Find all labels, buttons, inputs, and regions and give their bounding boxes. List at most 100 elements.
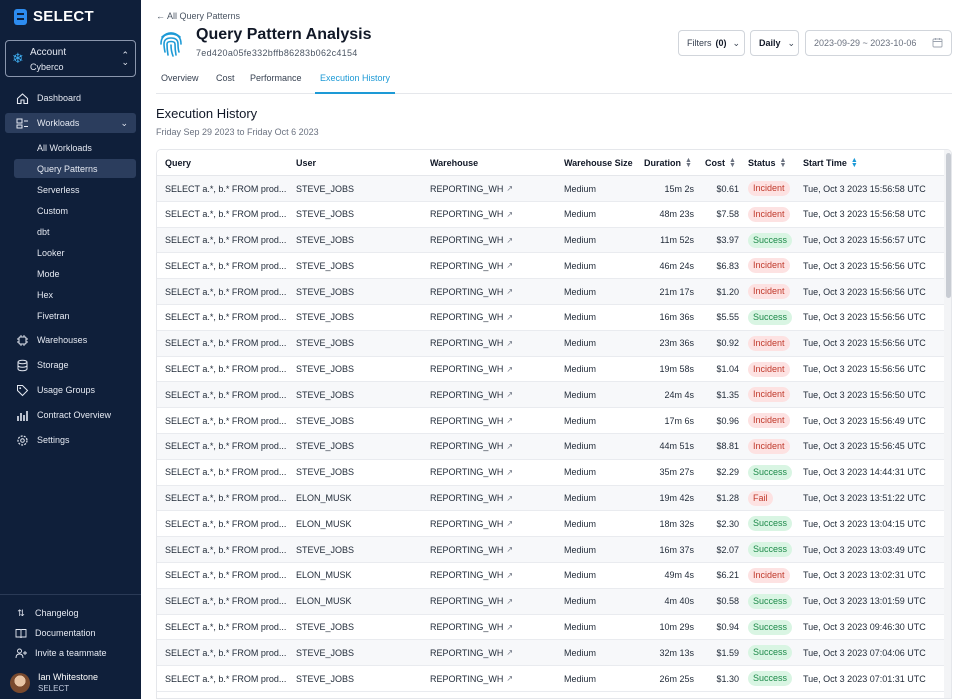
nav-sub-mode[interactable]: Mode — [14, 264, 136, 283]
external-link-icon[interactable]: ↗ — [506, 210, 513, 219]
table-row[interactable]: SELECT a.*, b.* FROM prod... STEVE_JOBS RE… — [157, 279, 944, 305]
cell-warehouse[interactable]: REPORTING_WH ↗ — [430, 253, 555, 278]
nav-workloads[interactable]: Workloads ⌄ — [5, 113, 136, 133]
external-link-icon[interactable]: ↗ — [506, 442, 513, 451]
table-row[interactable]: SELECT a.*, b.* FROM prod... STEVE_JOBS RE… — [157, 357, 944, 383]
cell-warehouse[interactable]: REPORTING_WH ↗ — [430, 382, 555, 407]
table-row[interactable]: SELECT a.*, b.* FROM prod... STEVE_JOBS RE… — [157, 305, 944, 331]
external-link-icon[interactable]: ↗ — [506, 545, 513, 554]
cell-cost: $0.94 — [697, 615, 739, 640]
date-range-picker[interactable]: 2023-09-29 ~ 2023-10-06 — [805, 30, 952, 56]
external-link-icon[interactable]: ↗ — [506, 365, 513, 374]
nav-sub-looker[interactable]: Looker — [14, 243, 136, 262]
table-row[interactable]: SELECT a.*, b.* FROM prod... STEVE_JOBS RE… — [157, 176, 944, 202]
external-link-icon[interactable]: ↗ — [506, 313, 513, 322]
nav-sub-dbt[interactable]: dbt — [14, 222, 136, 241]
external-link-icon[interactable]: ↗ — [506, 416, 513, 425]
table-row[interactable]: SELECT a.*, b.* FROM prod... STEVE_JOBS RE… — [157, 253, 944, 280]
col-warehouse-size[interactable]: Warehouse Size — [564, 150, 633, 176]
col-cost[interactable]: Cost ▲ ▼ — [705, 150, 736, 176]
tab-cost[interactable]: Cost — [211, 63, 240, 93]
table-row[interactable]: SELECT a.*, b.* FROM prod... STEVE_JOBS RE… — [157, 382, 944, 409]
back-link[interactable]: ← All Query Patterns — [156, 11, 240, 21]
user-profile[interactable]: Ian Whitestone SELECT — [10, 672, 98, 693]
cell-warehouse[interactable]: REPORTING_WH ↗ — [430, 589, 555, 614]
nav-changelog[interactable]: ⇅ Changelog — [5, 604, 136, 622]
col-duration[interactable]: Duration ▲ ▼ — [644, 150, 692, 176]
cell-warehouse[interactable]: REPORTING_WH ↗ — [430, 228, 555, 253]
cell-warehouse[interactable]: REPORTING_WH ↗ — [430, 434, 555, 459]
nav-sub-fivetran[interactable]: Fivetran — [14, 306, 136, 325]
cell-warehouse[interactable]: REPORTING_WH ↗ — [430, 202, 555, 227]
nav-sub-serverless[interactable]: Serverless — [14, 180, 136, 199]
table-row[interactable]: SELECT a.*, b.* FROM prod... STEVE_JOBS RE… — [157, 330, 944, 357]
table-row[interactable]: SELECT a.*, b.* FROM prod... ELON_MUSK REP… — [157, 511, 944, 538]
external-link-icon[interactable]: ↗ — [506, 648, 513, 657]
external-link-icon[interactable]: ↗ — [506, 468, 513, 477]
granularity-select[interactable]: Daily ⌄ — [750, 30, 799, 56]
cell-warehouse[interactable]: REPORTING_WH ↗ — [430, 486, 555, 511]
cell-warehouse[interactable]: REPORTING_WH ↗ — [430, 305, 555, 330]
col-warehouse[interactable]: Warehouse — [430, 150, 478, 176]
external-link-icon[interactable]: ↗ — [506, 236, 513, 245]
col-start-time[interactable]: Start Time ▲ ▼ — [803, 150, 858, 176]
nav-storage[interactable]: Storage — [5, 355, 136, 375]
nav-settings[interactable]: Settings — [5, 430, 136, 450]
table-row[interactable]: SELECT a.*, b.* FROM prod... ELON_MUSK REP… — [157, 485, 944, 512]
table-row[interactable]: SELECT a.*, b.* FROM prod... STEVE_JOBS RE… — [157, 460, 944, 486]
nav-sub-custom[interactable]: Custom — [14, 201, 136, 220]
cell-warehouse[interactable]: REPORTING_WH ↗ — [430, 563, 555, 588]
external-link-icon[interactable]: ↗ — [506, 184, 513, 193]
external-link-icon[interactable]: ↗ — [506, 261, 513, 270]
cell-warehouse[interactable]: REPORTING_WH ↗ — [430, 537, 555, 562]
external-link-icon[interactable]: ↗ — [506, 390, 513, 399]
table-row[interactable]: SELECT a.*, b.* FROM prod... ELON_MUSK REP… — [157, 588, 944, 615]
external-link-icon[interactable]: ↗ — [506, 674, 513, 683]
table-row[interactable]: SELECT a.*, b.* FROM prod... STEVE_JOBS RE… — [157, 615, 944, 641]
external-link-icon[interactable]: ↗ — [506, 339, 513, 348]
external-link-icon[interactable]: ↗ — [506, 287, 513, 296]
nav-sub-hex[interactable]: Hex — [14, 285, 136, 304]
external-link-icon[interactable]: ↗ — [506, 494, 513, 503]
table-row[interactable]: SELECT a.*, b.* FROM prod... STEVE_JOBS RE… — [157, 202, 944, 228]
table-row[interactable]: SELECT a.*, b.* FROM prod... ELON_MUSK REP… — [157, 563, 944, 589]
table-row[interactable]: SELECT a.*, b.* FROM prod... STEVE_JOBS RE… — [157, 640, 944, 667]
cell-warehouse[interactable]: REPORTING_WH ↗ — [430, 279, 555, 304]
table-row[interactable]: SELECT a.*, b.* FROM prod... STEVE_JOBS RE… — [157, 537, 944, 563]
nav-sub-query-patterns[interactable]: Query Patterns — [14, 159, 136, 178]
cell-warehouse[interactable]: REPORTING_WH ↗ — [430, 408, 555, 433]
external-link-icon[interactable]: ↗ — [506, 571, 513, 580]
nav-dashboard[interactable]: Dashboard — [5, 88, 136, 108]
cell-warehouse[interactable]: REPORTING_WH ↗ — [430, 331, 555, 356]
cell-warehouse[interactable]: REPORTING_WH ↗ — [430, 615, 555, 640]
external-link-icon[interactable]: ↗ — [506, 519, 513, 528]
col-status[interactable]: Status ▲ ▼ — [748, 150, 786, 176]
cell-warehouse[interactable]: REPORTING_WH ↗ — [430, 640, 555, 665]
table-row[interactable]: SELECT a.*, b.* FROM prod... STEVE_JOBS RE… — [157, 666, 944, 692]
external-link-icon[interactable]: ↗ — [506, 623, 513, 632]
nav-contract-overview[interactable]: Contract Overview — [5, 405, 136, 425]
col-user[interactable]: User — [296, 150, 316, 176]
table-row[interactable]: SELECT a.*, b.* FROM prod... STEVE_JOBS RE… — [157, 433, 944, 460]
tab-execution-history[interactable]: Execution History — [315, 63, 396, 94]
table-row[interactable]: SELECT a.*, b.* FROM prod... STEVE_JOBS RE… — [157, 408, 944, 434]
account-switcher[interactable]: ❄ Account Cyberco ⌃ ⌄ — [5, 40, 136, 77]
brand-logo[interactable]: SELECT — [14, 8, 94, 25]
filters-button[interactable]: Filters (0) ⌄ — [678, 30, 745, 56]
nav-usage-groups[interactable]: Usage Groups — [5, 380, 136, 400]
cell-warehouse[interactable]: REPORTING_WH ↗ — [430, 511, 555, 536]
cell-warehouse[interactable]: REPORTING_WH ↗ — [430, 357, 555, 382]
external-link-icon[interactable]: ↗ — [506, 597, 513, 606]
col-query[interactable]: Query — [165, 150, 191, 176]
cell-warehouse[interactable]: REPORTING_WH ↗ — [430, 666, 555, 691]
scrollbar-thumb[interactable] — [946, 153, 951, 298]
tab-overview[interactable]: Overview — [156, 63, 204, 93]
cell-warehouse[interactable]: REPORTING_WH ↗ — [430, 176, 555, 201]
cell-warehouse[interactable]: REPORTING_WH ↗ — [430, 460, 555, 485]
table-row[interactable]: SELECT a.*, b.* FROM prod... STEVE_JOBS RE… — [157, 227, 944, 254]
nav-documentation[interactable]: Documentation — [5, 624, 136, 642]
tab-performance[interactable]: Performance — [245, 63, 307, 93]
nav-invite-teammate[interactable]: Invite a teammate — [5, 644, 136, 662]
nav-warehouses[interactable]: Warehouses — [5, 330, 136, 350]
nav-sub-all-workloads[interactable]: All Workloads — [14, 138, 136, 157]
